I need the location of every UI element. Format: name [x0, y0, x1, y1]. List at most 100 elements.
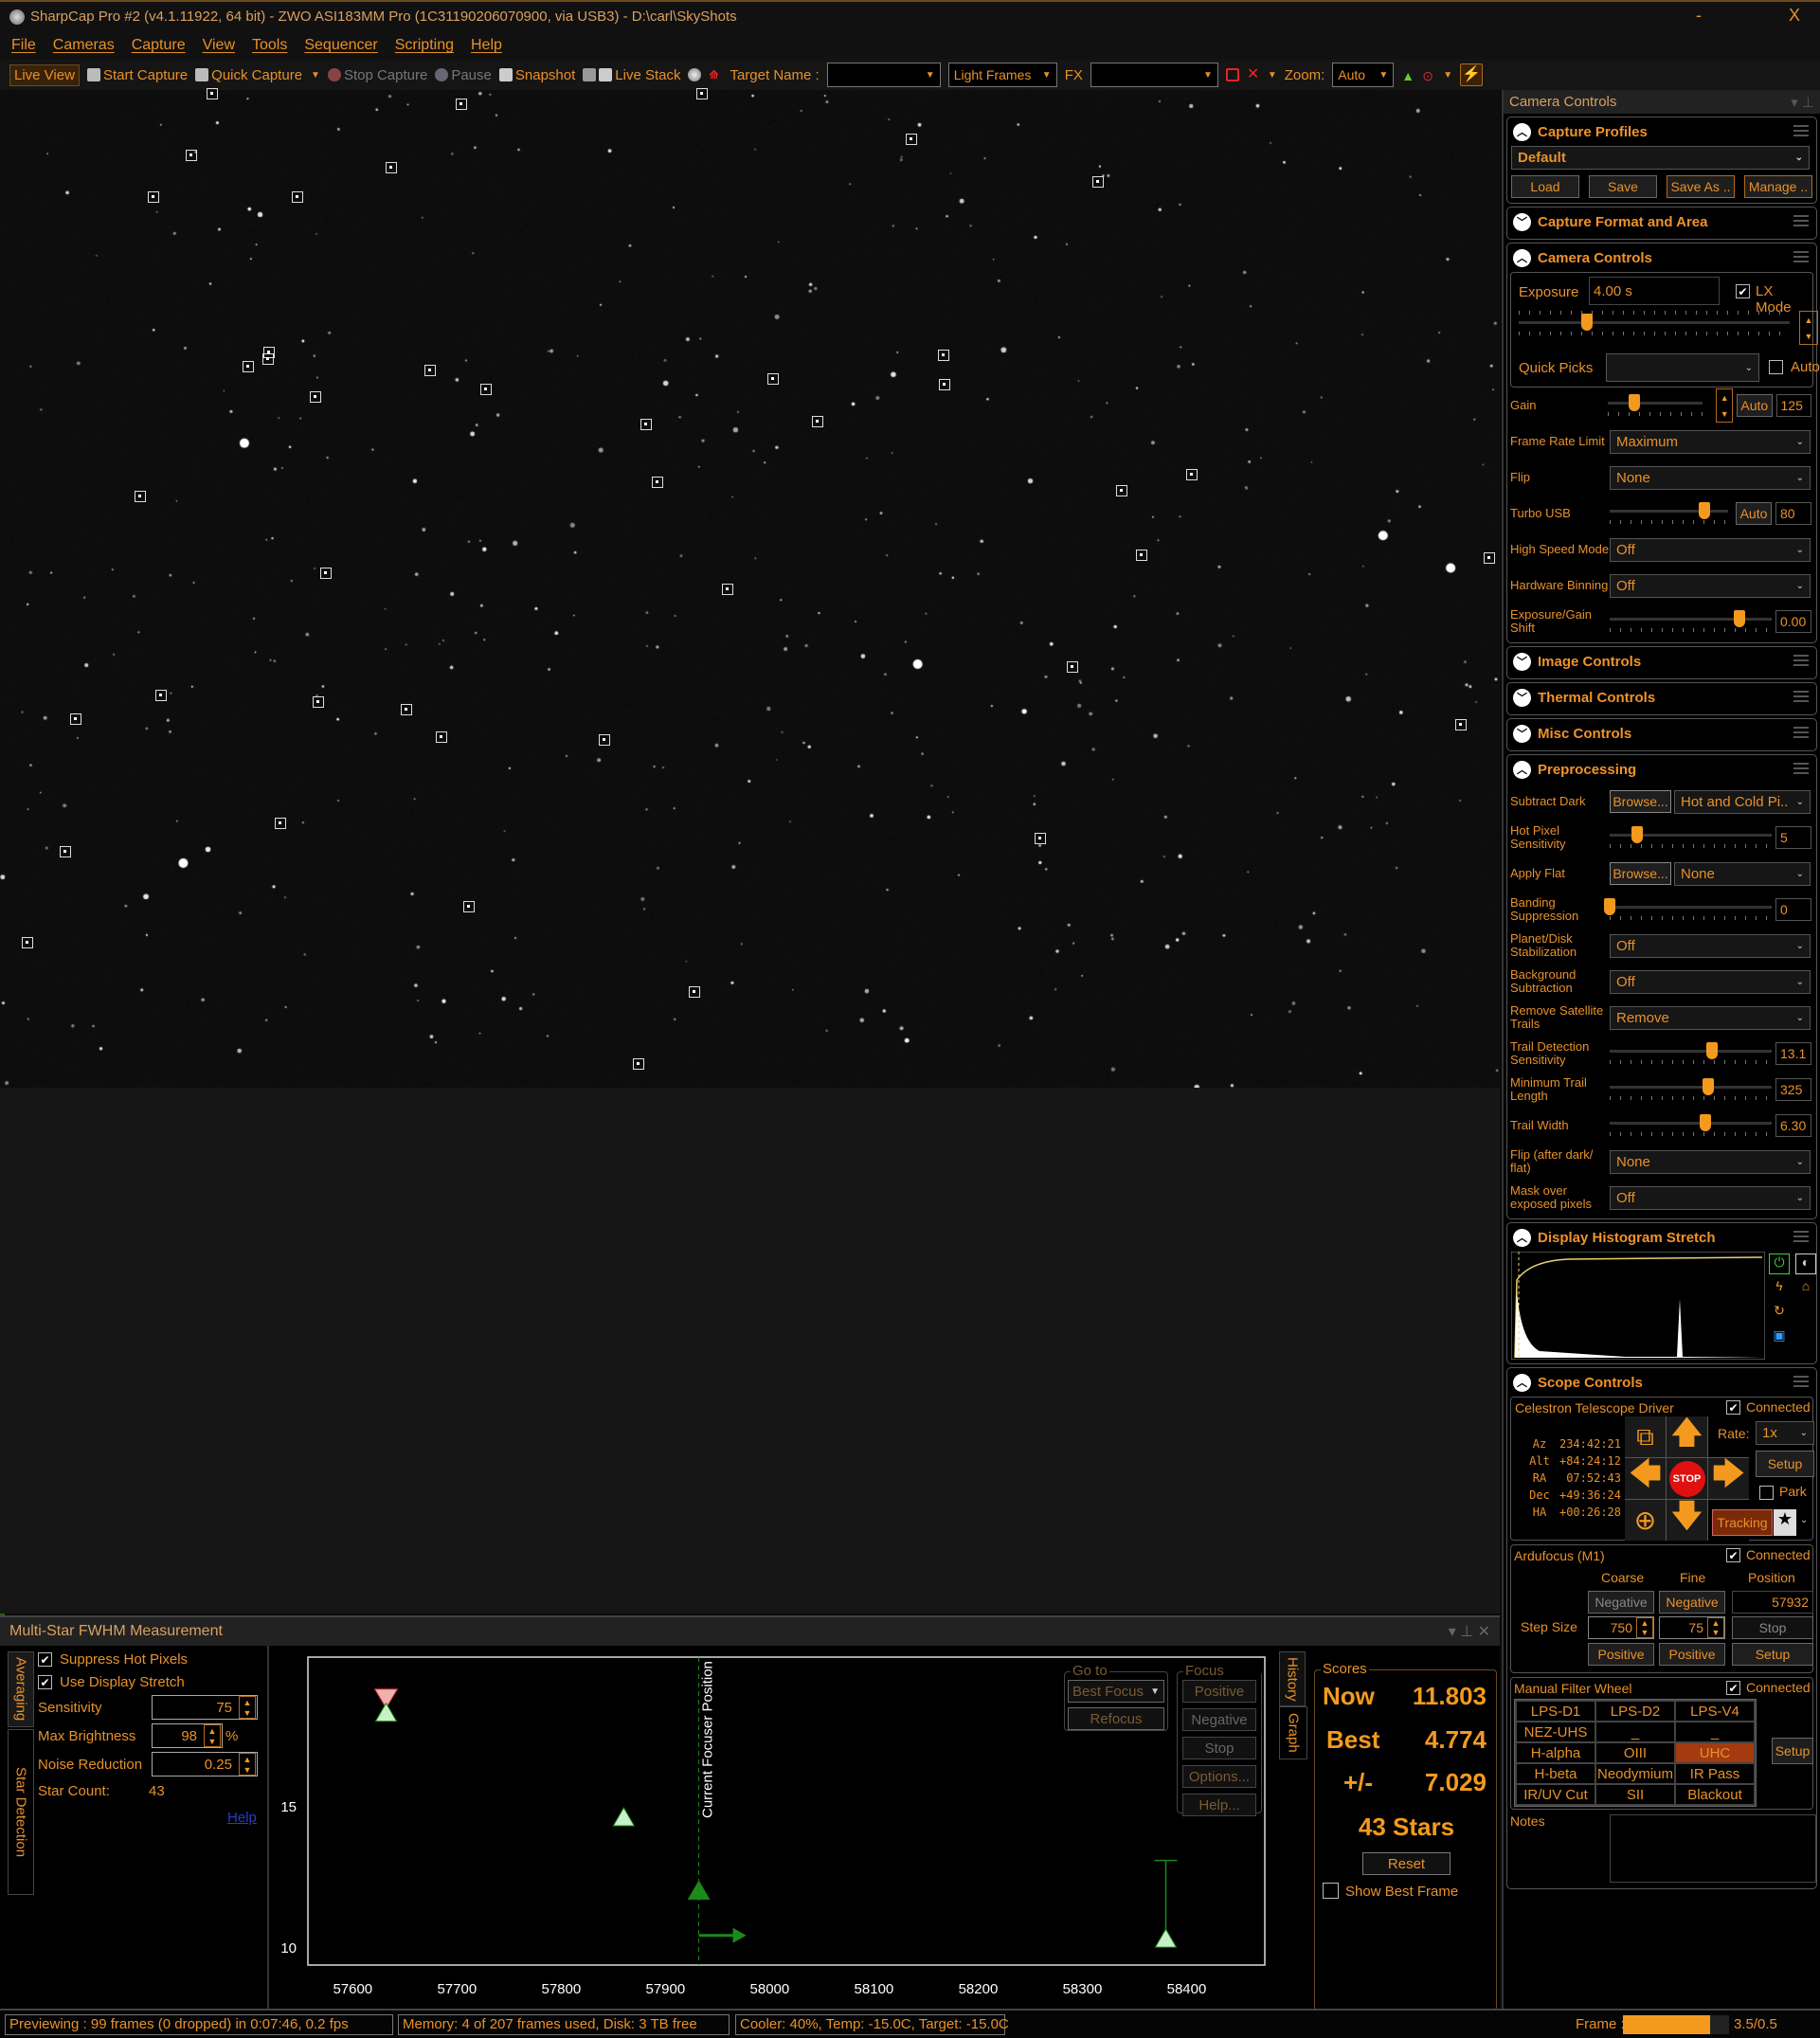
menu-icon[interactable] [1793, 251, 1809, 262]
filter-oiii[interactable]: OIII [1596, 1743, 1674, 1762]
filter-nez-uhs[interactable]: NEZ-UHS [1517, 1722, 1595, 1741]
slider-thumb[interactable] [1703, 1078, 1715, 1095]
trail-detection-sensitivity-value[interactable]: 13.1 [1775, 1042, 1811, 1065]
slider-thumb[interactable] [1699, 502, 1710, 519]
tab-history[interactable]: History [1279, 1651, 1306, 1706]
expand-icon[interactable]: ﹀ [1513, 724, 1531, 743]
live-view-button[interactable]: Live View [9, 63, 80, 86]
filter-setup-button[interactable]: Setup [1772, 1738, 1813, 1764]
power-icon[interactable]: ⏻ [1769, 1253, 1790, 1274]
live-stack-button[interactable]: Live Stack [583, 67, 680, 83]
filter-lps-d1[interactable]: LPS-D1 [1517, 1702, 1595, 1721]
use-display-stretch-checkbox[interactable]: ✔ [38, 1675, 52, 1689]
background-subtraction-select[interactable]: Off ⌄ [1610, 969, 1811, 994]
apply-flat-browse-button[interactable]: Browse... [1610, 862, 1671, 885]
filter--[interactable]: _ [1596, 1722, 1674, 1741]
focuser-setup-button[interactable]: Setup [1732, 1643, 1813, 1666]
goto-select[interactable]: Best Focus ▼ [1068, 1680, 1164, 1703]
gain-value[interactable]: 125 [1775, 394, 1811, 417]
frame-type-select[interactable]: Light Frames ▼ [947, 63, 1057, 87]
trail-width-value[interactable]: 6.30 [1775, 1114, 1811, 1137]
help-link[interactable]: Help [227, 1810, 257, 1826]
filter-neodymium[interactable]: Neodymium [1596, 1764, 1674, 1783]
focuser-connected-checkbox[interactable]: ✔ [1726, 1548, 1740, 1562]
filter-connected-checkbox[interactable]: ✔ [1726, 1681, 1740, 1695]
west-arrow-button[interactable]: 🡄 [1625, 1456, 1666, 1499]
menu-icon[interactable] [1793, 727, 1809, 738]
menu-sequencer[interactable]: Sequencer [304, 37, 377, 54]
auto-checkbox[interactable] [1769, 360, 1783, 374]
menu-icon[interactable] [1793, 691, 1809, 702]
moon-icon[interactable] [688, 68, 702, 81]
target-icon[interactable]: ⊕ [1625, 1500, 1666, 1541]
filter-ir-uv-cut[interactable]: IR/UV Cut [1517, 1785, 1595, 1804]
collapse-icon[interactable]: ︿ [1513, 760, 1531, 779]
profile-savebutton[interactable]: Save [1589, 175, 1657, 198]
tracking-button[interactable]: Tracking [1712, 1509, 1773, 1536]
profile-select[interactable]: Default ⌄ [1511, 146, 1810, 170]
menu-icon[interactable] [1793, 125, 1809, 136]
collapse-icon[interactable]: ︿ [1513, 1228, 1531, 1247]
minimum-trail-length-slider[interactable] [1610, 1075, 1772, 1104]
star-tracking-icon[interactable]: ★ [1774, 1509, 1796, 1536]
annotate-icon[interactable]: ⟰ [709, 68, 722, 81]
slider-thumb[interactable] [1733, 610, 1745, 627]
filter-ir-pass[interactable]: IR Pass [1676, 1764, 1754, 1783]
banding-suppression-value[interactable]: 0 [1775, 898, 1811, 921]
pin-icon[interactable]: ▾ ⊥ [1791, 94, 1814, 111]
coarse-negative-button[interactable]: Negative [1588, 1591, 1654, 1614]
scope-connected-checkbox[interactable]: ✔ [1726, 1400, 1740, 1415]
slider-thumb[interactable] [1580, 314, 1593, 331]
expand-icon[interactable]: ﹀ [1513, 652, 1531, 671]
subtract-dark-browse-button[interactable]: Browse... [1610, 790, 1671, 813]
minimum-trail-length-value[interactable]: 325 [1775, 1078, 1811, 1101]
trail-width-slider[interactable] [1610, 1111, 1772, 1140]
section-header[interactable]: ﹀ Image Controls [1507, 647, 1816, 676]
section-header[interactable]: ︿ Capture Profiles [1507, 117, 1816, 146]
flip-select[interactable]: None ⌄ [1610, 465, 1811, 490]
suppress-hot-pixels-checkbox[interactable]: ✔ [38, 1652, 52, 1667]
refocus-button[interactable]: Refocus [1068, 1707, 1164, 1730]
profile-manage-button[interactable]: Manage .. [1744, 175, 1812, 198]
close-icon[interactable]: ▾ ⊥ ✕ [1449, 1622, 1490, 1641]
chevron-down-icon[interactable]: ▼ [1268, 70, 1277, 81]
tab-averaging[interactable]: Averaging [8, 1651, 34, 1727]
save-icon[interactable]: ▣ [1769, 1327, 1790, 1348]
section-header[interactable]: ﹀ Misc Controls [1507, 719, 1816, 748]
filter-uhc[interactable]: UHC [1676, 1743, 1754, 1762]
menu-cameras[interactable]: Cameras [53, 37, 115, 54]
sensitivity-spinner[interactable]: ▲ ▼ [239, 1696, 256, 1719]
slider-thumb[interactable] [1699, 1114, 1711, 1131]
expand-icon[interactable]: ﹀ [1513, 688, 1531, 707]
profile-loadbutton[interactable]: Load [1511, 175, 1579, 198]
focus-box-icon[interactable] [1225, 68, 1239, 81]
gain-auto-button[interactable]: Auto [1737, 394, 1773, 417]
slider-thumb[interactable] [1705, 1042, 1718, 1059]
north-arrow-button[interactable]: 🡅 [1667, 1415, 1707, 1457]
chevron-down-icon[interactable]: ⌄ [1800, 1515, 1808, 1525]
menu-capture[interactable]: Capture [132, 37, 186, 54]
menu-icon[interactable] [1793, 215, 1809, 226]
target-name-input[interactable]: ▼ [826, 63, 941, 87]
section-header[interactable]: ﹀ Capture Format and Area [1507, 207, 1816, 236]
chevron-down-icon[interactable]: ▼ [1443, 70, 1452, 81]
stop-capture-button[interactable]: Stop Capture [327, 67, 427, 83]
histogram-chart[interactable] [1511, 1252, 1765, 1360]
contrast-icon[interactable]: ◐ [1795, 1253, 1816, 1274]
focus-scan-stop-button[interactable]: Stop [1182, 1737, 1256, 1759]
coarse-positive-button[interactable]: Positive [1588, 1643, 1654, 1666]
exposure-spinner[interactable]: ▲ ▼ [1799, 311, 1818, 345]
hardware-binning-select[interactable]: Off ⌄ [1610, 573, 1811, 598]
slider-thumb[interactable] [1629, 394, 1641, 411]
filter-sii[interactable]: SII [1596, 1785, 1674, 1804]
gain-spinner[interactable]: ▲ ▼ [1716, 388, 1734, 423]
rate-select[interactable]: 1x ⌄ [1756, 1421, 1814, 1445]
profile-save-as-button[interactable]: Save As .. [1667, 175, 1735, 198]
minimize-button[interactable]: - [1696, 6, 1702, 26]
section-header[interactable]: ﹀ Thermal Controls [1507, 683, 1816, 712]
scope-setup-button[interactable]: Setup [1756, 1451, 1814, 1477]
histogram-icon[interactable]: ▲ [1401, 68, 1415, 83]
hot-pixel-sensitivity-value[interactable]: 5 [1775, 826, 1811, 849]
lx-mode-checkbox[interactable]: ✔ [1736, 284, 1750, 298]
focus-scan-help-button[interactable]: Help... [1182, 1794, 1256, 1816]
